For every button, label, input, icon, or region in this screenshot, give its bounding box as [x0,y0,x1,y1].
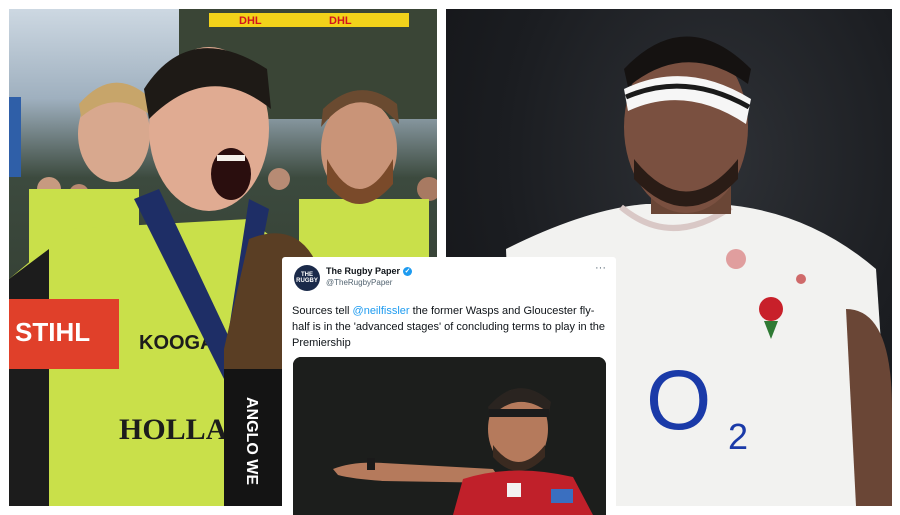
tweet-display-name[interactable]: The Rugby Paper ✓ [326,266,413,277]
sleeve-sponsor-text: STIHL [15,317,90,347]
shirt-sponsor-text: HOLLA [119,413,228,446]
tweet-display-name-text: The Rugby Paper [326,266,401,276]
verified-icon: ✓ [403,267,413,277]
o2-logo-text: O [646,353,711,447]
stadium-banner-text: DHL [239,15,262,27]
trophy-text: ANGLO WE [243,397,260,485]
tweet-avatar[interactable]: THE RUGBY [294,265,320,291]
tweet-text-before: Sources tell [292,305,353,317]
tweet-text: Sources tell @neilfissler the former Was… [292,303,610,351]
tweet-handle[interactable]: @TheRugbyPaper [326,278,392,287]
tweet-mention-link[interactable]: @neilfissler [353,305,410,317]
o2-logo-subscript: 2 [728,416,748,457]
tweet-card: THE RUGBY The Rugby Paper ✓ @TheRugbyPape… [282,257,616,515]
svg-text:DHL: DHL [329,15,352,27]
tweet-media-illustration [293,357,606,515]
tweet-media-image[interactable] [293,357,606,515]
more-options-icon[interactable]: ··· [595,262,606,274]
